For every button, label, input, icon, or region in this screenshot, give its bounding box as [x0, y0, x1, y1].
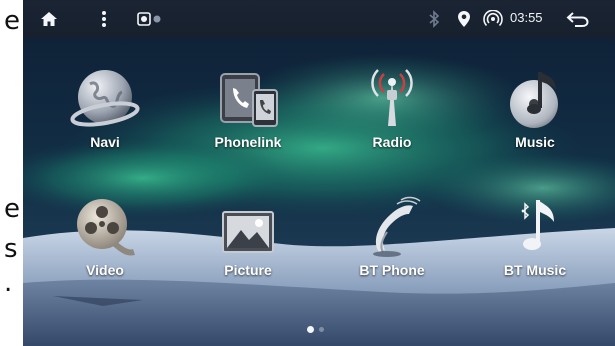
music-disc-icon [497, 58, 573, 134]
side-text-2: e [4, 194, 20, 224]
side-text-4: . [4, 268, 13, 298]
app-label: Picture [224, 262, 272, 278]
app-picture[interactable]: Picture [193, 186, 303, 278]
phonelink-icon [210, 58, 286, 134]
home-icon[interactable] [39, 9, 59, 29]
app-label: Radio [372, 134, 412, 150]
app-navi[interactable]: Navi [50, 58, 160, 150]
app-video[interactable]: Video [50, 186, 160, 278]
app-music[interactable]: Music [480, 58, 590, 150]
app-phonelink[interactable]: Phonelink [193, 58, 303, 150]
app-bt-phone[interactable]: BT Phone [337, 186, 447, 278]
head-unit-screen: 03:55 Navi Phonelink Radio Music Video P… [23, 0, 615, 346]
page-indicator [307, 326, 324, 333]
bluetooth-icon [428, 9, 440, 29]
app-label: Video [86, 262, 124, 278]
bt-phone-icon [354, 186, 430, 262]
page-dot[interactable] [319, 327, 324, 332]
location-icon [457, 9, 471, 29]
film-reel-icon [67, 186, 143, 262]
app-label: Phonelink [214, 134, 282, 150]
globe-icon [67, 58, 143, 134]
page-dot-active[interactable] [307, 326, 314, 333]
record-icon [137, 9, 163, 29]
more-vert-icon[interactable] [101, 9, 107, 29]
app-label: BT Phone [359, 262, 425, 278]
app-radio[interactable]: Radio [337, 58, 447, 150]
status-clock: 03:55 [510, 10, 543, 25]
picture-icon [210, 186, 286, 262]
radio-tower-icon [354, 58, 430, 134]
app-label: BT Music [503, 262, 567, 278]
app-label: Navi [90, 134, 120, 150]
app-label: Music [515, 134, 555, 150]
side-text-1: e [4, 6, 20, 36]
hotspot-icon [483, 9, 503, 29]
bt-music-icon [497, 186, 573, 262]
status-bar: 03:55 [23, 0, 615, 38]
side-text-3: s [4, 234, 18, 264]
back-icon[interactable] [566, 9, 590, 29]
app-bt-music[interactable]: BT Music [480, 186, 590, 278]
